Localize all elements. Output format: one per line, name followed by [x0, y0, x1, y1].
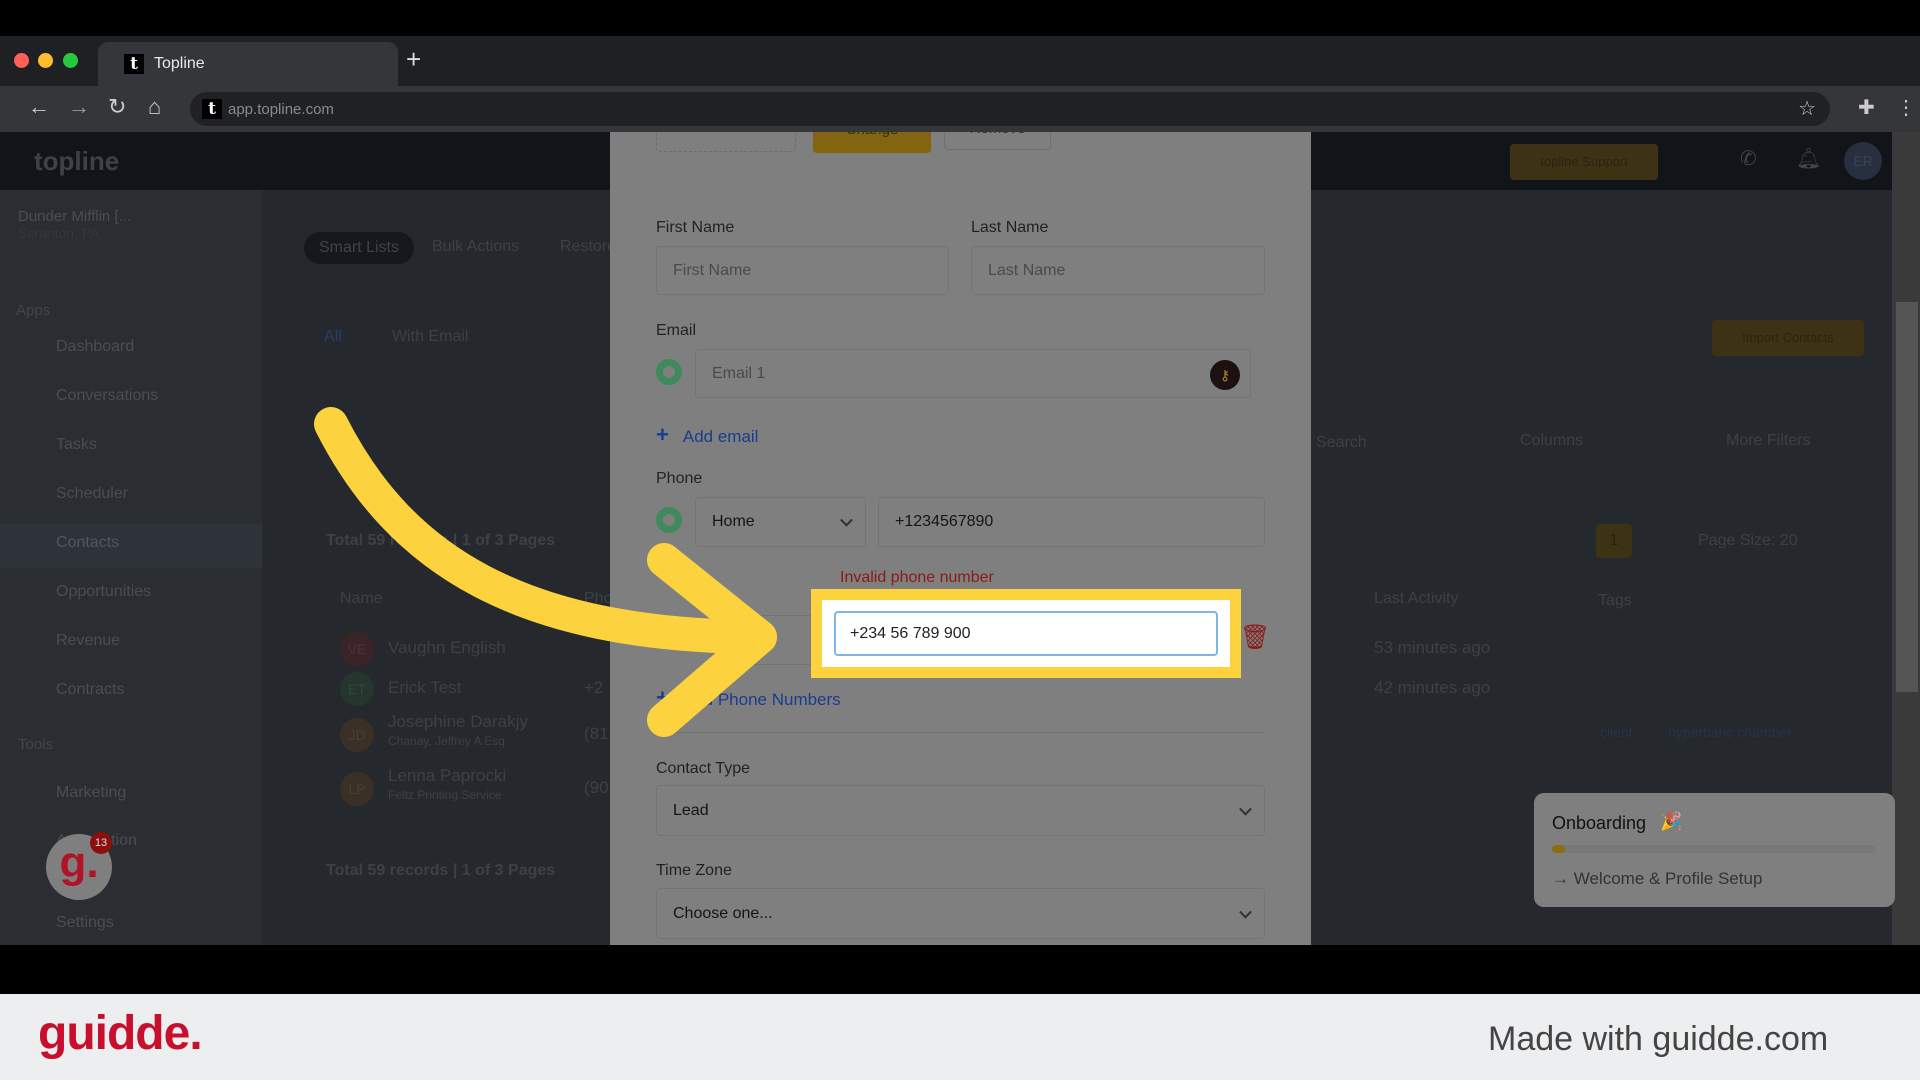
guidde-footer: guidde. Made with guidde.com: [0, 994, 1920, 1080]
guidde-arrow: [314, 407, 777, 737]
progress-fill: [1552, 845, 1565, 853]
onboarding-step-label: Welcome & Profile Setup: [1573, 869, 1763, 888]
onboarding-step-link[interactable]: → Welcome & Profile Setup: [1552, 869, 1762, 889]
onboarding-progress-bar: [1552, 845, 1876, 853]
guidde-logo: guidde.: [38, 1007, 203, 1060]
party-popper-icon: 🎉: [1660, 811, 1683, 831]
onboarding-widget[interactable]: Onboarding 🎉 → Welcome & Profile Setup: [1534, 793, 1895, 907]
arrow-right-icon: →: [1552, 869, 1574, 888]
made-with-guidde-text: Made with guidde.com: [1488, 1020, 1829, 1058]
onboarding-title: Onboarding: [1552, 813, 1647, 833]
